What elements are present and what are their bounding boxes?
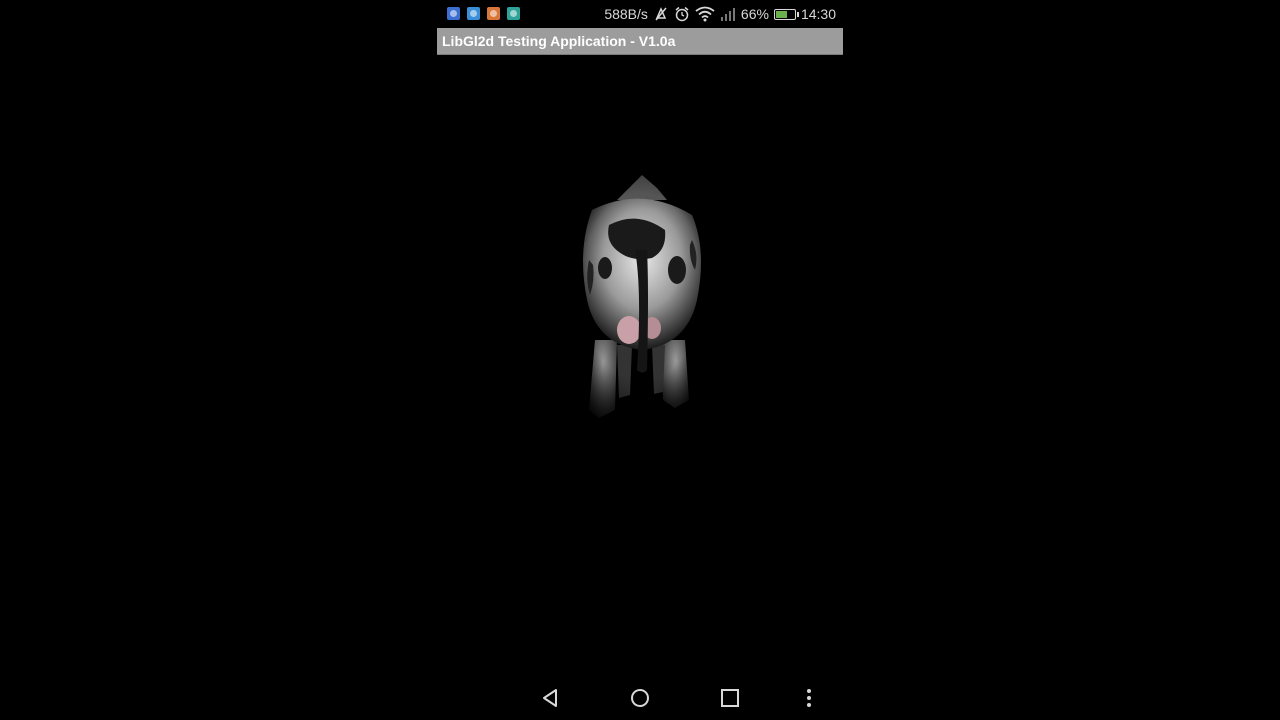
- notification-icons: [447, 7, 520, 20]
- back-button[interactable]: [535, 683, 565, 713]
- alarm-icon: [675, 6, 689, 22]
- status-bar: 588B/s 66% 14:30: [437, 0, 843, 28]
- cow-3d-model: [557, 170, 727, 430]
- mute-icon: [655, 7, 667, 21]
- app-title-bar: LibGl2d Testing Application - V1.0a: [437, 28, 843, 55]
- network-speed: 588B/s: [604, 6, 648, 22]
- app-notification-icon: [507, 7, 520, 20]
- wifi-icon: [695, 6, 715, 22]
- battery-level: [775, 10, 787, 18]
- back-icon: [543, 689, 557, 707]
- app-notification-icon: [467, 7, 480, 20]
- clock: 14:30: [800, 6, 836, 22]
- navigation-bar: [437, 675, 843, 720]
- home-button[interactable]: [625, 683, 655, 713]
- mail-notification-icon: [487, 7, 500, 20]
- recents-button[interactable]: [715, 683, 745, 713]
- app-notification-icon: [447, 7, 460, 20]
- battery-icon: [773, 8, 799, 20]
- menu-icon: [807, 689, 811, 707]
- recents-icon: [721, 689, 739, 707]
- phone-screen: 588B/s 66% 14:30 LibGl2d Testing Applica…: [0, 0, 1280, 720]
- gl-render-canvas[interactable]: [437, 55, 843, 675]
- menu-button[interactable]: [794, 683, 824, 713]
- app-title: LibGl2d Testing Application - V1.0a: [442, 33, 676, 49]
- signal-icon: [720, 8, 735, 21]
- status-indicators: 588B/s 66% 14:30: [604, 5, 836, 23]
- battery-percent: 66%: [740, 6, 769, 22]
- home-icon: [631, 689, 649, 707]
